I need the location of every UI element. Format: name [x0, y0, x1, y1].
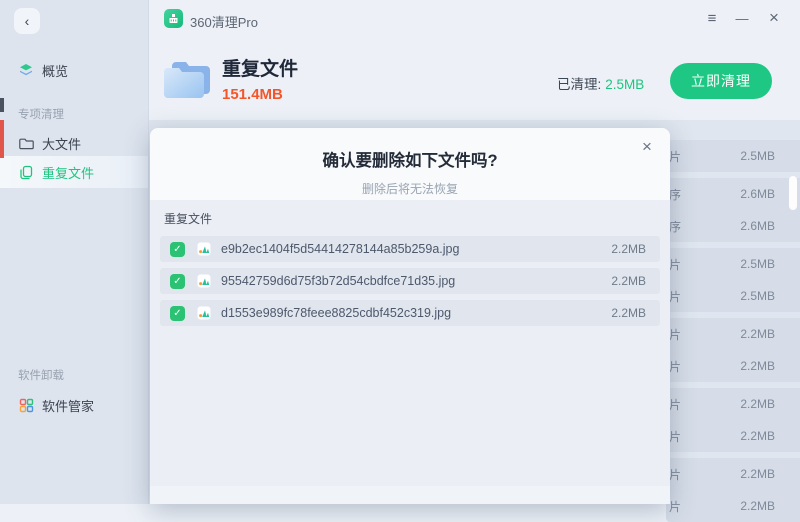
background-file-label: 片 [669, 326, 703, 343]
file-checkbox[interactable]: ✓ [170, 274, 185, 289]
file-row[interactable]: ✓ d1553e989fc78feee8825cdbf452c319.jpg 2… [160, 300, 660, 326]
dialog-title: 确认要删除如下文件吗? [150, 128, 670, 171]
background-file-row: 序 2.6MB [666, 210, 800, 242]
background-file-size: 2.2MB [740, 429, 775, 443]
copy-icon [18, 164, 34, 180]
folder-outline-icon [18, 135, 34, 151]
dialog-subtitle: 删除后将无法恢复 [150, 180, 670, 197]
dialog-body: 重复文件 ✓ e9b2ec1404f5d54414278144a85b259a.… [150, 200, 670, 326]
background-file-label: 片 [669, 396, 703, 413]
back-button[interactable]: ‹ [14, 8, 40, 34]
cleaned-value: 2.5MB [605, 77, 644, 92]
menu-icon[interactable]: ≡ [700, 6, 724, 30]
file-checkbox[interactable]: ✓ [170, 242, 185, 257]
sidebar-section-label: 专项清理 [18, 106, 64, 122]
background-file-row: 片 2.2MB [666, 458, 800, 490]
apps-grid-icon [18, 397, 34, 413]
background-file-label: 片 [669, 288, 703, 305]
background-file-label: 片 [669, 498, 703, 515]
file-size: 2.2MB [611, 306, 646, 320]
background-file-label: 片 [669, 148, 703, 165]
background-file-size: 2.5MB [740, 149, 775, 163]
background-file-size: 2.2MB [740, 397, 775, 411]
file-name: d1553e989fc78feee8825cdbf452c319.jpg [221, 306, 451, 320]
background-file-row: 片 2.2MB [666, 318, 800, 350]
background-window-fragment [0, 120, 4, 158]
title-bar: 360清理Pro ≡ — × 重复文件 151.4MB 已清理: 2.5MB 立即… [148, 0, 800, 120]
duplicate-file-list: ✓ e9b2ec1404f5d54414278144a85b259a.jpg 2… [160, 236, 660, 326]
page-title: 重复文件 [222, 54, 298, 81]
image-file-icon [197, 242, 211, 256]
clean-now-button[interactable]: 立即清理 [670, 63, 772, 99]
dialog-footer [150, 486, 670, 504]
app-logo-icon [164, 9, 183, 28]
sidebar-item-label: 概览 [42, 61, 68, 80]
background-file-size: 2.2MB [740, 359, 775, 373]
sidebar-item-label: 软件管家 [42, 396, 94, 415]
background-duplicate-group: 片 2.5MB 片 2.5MB [666, 248, 800, 312]
background-duplicate-group: 片 2.2MB 片 2.2MB [666, 388, 800, 452]
file-size: 2.2MB [611, 242, 646, 256]
sidebar-section-label: 软件卸载 [18, 367, 64, 383]
background-window-fragment [0, 98, 4, 112]
background-file-row: 片 2.2MB [666, 420, 800, 452]
file-row[interactable]: ✓ 95542759d6d75f3b72d54cbdfce71d35.jpg 2… [160, 268, 660, 294]
background-file-label: 片 [669, 358, 703, 375]
background-file-row: 序 2.6MB [666, 178, 800, 210]
total-size-value: 151.4MB [222, 86, 283, 103]
scrollbar-thumb[interactable] [789, 176, 797, 210]
duplicate-folder-icon [160, 50, 214, 111]
dialog-header: 确认要删除如下文件吗? 删除后将无法恢复 × [150, 128, 670, 200]
file-row[interactable]: ✓ e9b2ec1404f5d54414278144a85b259a.jpg 2… [160, 236, 660, 262]
background-duplicate-group: 序 2.6MB 序 2.6MB [666, 178, 800, 242]
sidebar-item-overview[interactable]: 概览 [0, 55, 148, 85]
background-file-label: 片 [669, 428, 703, 445]
background-file-size: 2.2MB [740, 499, 775, 513]
dialog-close-icon[interactable]: × [636, 136, 658, 158]
background-file-list: 片 2.5MB 序 2.6MB 序 2.6MB 片 2.5MB 片 2.5MB 片 2.2MB 片 2.2… [666, 140, 800, 522]
sidebar-item-label: 重复文件 [42, 163, 94, 182]
sidebar-item-large-files[interactable]: 大文件 [0, 128, 148, 158]
file-name: e9b2ec1404f5d54414278144a85b259a.jpg [221, 242, 459, 256]
image-file-icon [197, 274, 211, 288]
app-title: 360清理Pro [190, 12, 258, 31]
background-file-label: 序 [669, 186, 703, 203]
sidebar-item-duplicate-files[interactable]: 重复文件 [0, 156, 148, 188]
close-icon[interactable]: × [762, 6, 786, 30]
background-duplicate-group: 片 2.5MB [666, 140, 800, 172]
background-duplicate-group: 片 2.2MB 片 2.2MB [666, 318, 800, 382]
sidebar-item-software-manager[interactable]: 软件管家 [0, 390, 148, 420]
sidebar: ‹ 概览 专项清理 大文件 重复文件 软件卸载 软件管家 [0, 0, 149, 504]
background-file-label: 片 [669, 466, 703, 483]
background-file-label: 片 [669, 256, 703, 273]
file-name: 95542759d6d75f3b72d54cbdfce71d35.jpg [221, 274, 455, 288]
background-file-size: 2.6MB [740, 187, 775, 201]
sidebar-item-label: 大文件 [42, 134, 81, 153]
file-checkbox[interactable]: ✓ [170, 306, 185, 321]
background-file-label: 序 [669, 218, 703, 235]
file-section-label: 重复文件 [164, 210, 660, 227]
background-file-size: 2.6MB [740, 219, 775, 233]
background-file-row: 片 2.5MB [666, 248, 800, 280]
minimize-icon[interactable]: — [730, 6, 754, 30]
file-size: 2.2MB [611, 274, 646, 288]
background-duplicate-group: 片 2.2MB 片 2.2MB [666, 458, 800, 522]
image-file-icon [197, 306, 211, 320]
delete-confirm-dialog: 确认要删除如下文件吗? 删除后将无法恢复 × 重复文件 ✓ e9b2ec1404… [150, 128, 670, 504]
cleaned-label: 已清理: [557, 77, 601, 92]
background-file-row: 片 2.2MB [666, 490, 800, 522]
background-file-size: 2.2MB [740, 327, 775, 341]
layers-icon [18, 62, 34, 78]
background-file-row: 片 2.5MB [666, 140, 800, 172]
app-window: { "window": { "title": "360清理Pro", "cont… [0, 0, 800, 504]
background-file-size: 2.2MB [740, 467, 775, 481]
background-file-row: 片 2.2MB [666, 388, 800, 420]
background-file-row: 片 2.5MB [666, 280, 800, 312]
cleaned-status: 已清理: 2.5MB [557, 73, 644, 93]
background-file-size: 2.5MB [740, 257, 775, 271]
background-file-row: 片 2.2MB [666, 350, 800, 382]
background-file-size: 2.5MB [740, 289, 775, 303]
